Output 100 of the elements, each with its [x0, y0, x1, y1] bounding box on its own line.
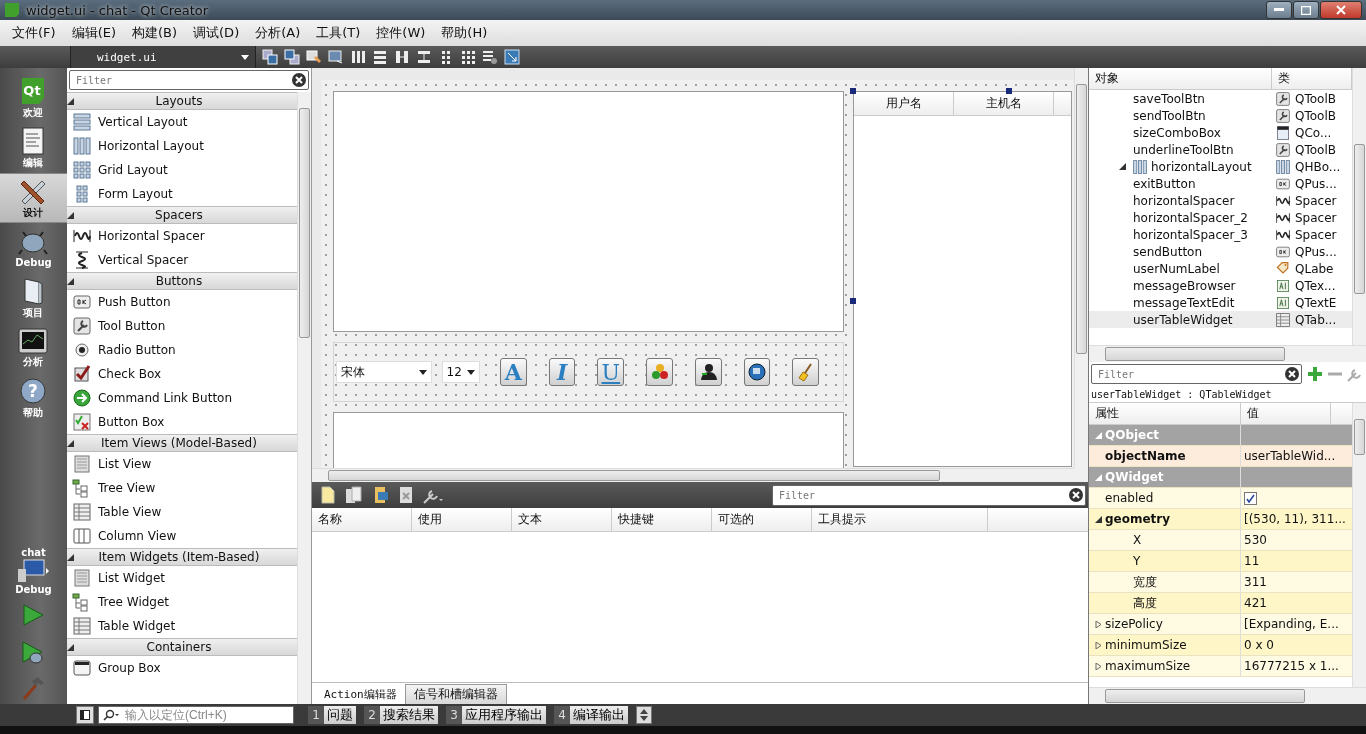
plus-icon[interactable] [1306, 365, 1324, 383]
editor-tab[interactable]: 信号和槽编辑器 [404, 684, 507, 704]
message-text-edit[interactable] [333, 412, 844, 468]
scrollbar[interactable] [297, 92, 311, 704]
property-row[interactable]: Y 11 [1089, 551, 1352, 572]
menu-item[interactable]: 编辑(E) [63, 24, 124, 42]
property-row[interactable]: 宽度 311 [1089, 572, 1352, 593]
clear-icon[interactable] [1069, 488, 1083, 502]
collapse-arrow-icon[interactable] [67, 553, 74, 561]
filter-field[interactable]: Filter [69, 70, 309, 90]
widget-item[interactable]: Table Widget [67, 614, 297, 638]
widget-item[interactable]: Group Box [67, 656, 297, 680]
buddy-icon[interactable] [328, 49, 344, 65]
widget-item[interactable]: Check Box [67, 362, 297, 386]
column-header[interactable]: 可选的 [712, 508, 812, 531]
widget-item[interactable]: Horizontal Layout [67, 134, 297, 158]
filter-field[interactable]: Filter [74, 73, 292, 87]
object-row[interactable]: messageTextEdit QTextE [1089, 294, 1352, 311]
widget-item[interactable]: Vertical Layout [67, 110, 297, 134]
lower-widget-icon[interactable] [284, 49, 300, 65]
column-header[interactable]: 名称 [312, 508, 412, 531]
clear-icon[interactable] [292, 73, 306, 87]
user-button[interactable] [694, 358, 722, 386]
collapse-arrow-icon[interactable] [1119, 163, 1126, 170]
object-row[interactable]: sendToolBtn QToolB [1089, 107, 1352, 124]
target-selector[interactable]: chat Debug [0, 546, 67, 596]
grid-dots-icon[interactable] [460, 49, 476, 65]
category-header[interactable]: Buttons [67, 272, 297, 290]
collapse-arrow-icon[interactable] [1095, 515, 1102, 523]
menu-item[interactable]: 帮助(H) [433, 24, 496, 42]
selection-handle[interactable] [850, 298, 856, 304]
break-layout-icon[interactable] [482, 49, 498, 65]
widget-item[interactable]: Command Link Button [67, 386, 297, 410]
column-header[interactable]: 快捷键 [612, 508, 712, 531]
column-header[interactable]: 对象 [1089, 68, 1272, 89]
widget-item[interactable]: Horizontal Spacer [67, 224, 297, 248]
object-row[interactable]: sendButton QPus... [1089, 243, 1352, 260]
column-header[interactable]: 文本 [512, 508, 612, 531]
object-row[interactable]: underlineToolBtn QToolB [1089, 141, 1352, 158]
scrollbar[interactable] [1352, 68, 1366, 345]
collapse-arrow-icon[interactable] [67, 643, 74, 651]
category-header[interactable]: Spacers [67, 206, 297, 224]
clear-icon[interactable] [1285, 367, 1299, 381]
category-header[interactable]: Item Widgets (Item-Based) [67, 548, 297, 566]
mode-tab[interactable]: 设计 [0, 173, 67, 223]
object-row[interactable]: userTableWidget QTab... [1089, 311, 1352, 328]
locator-field[interactable]: 输入以定位(Ctrl+K) [98, 706, 294, 724]
widget-item[interactable]: Tree Widget [67, 590, 297, 614]
scrollbar[interactable] [1352, 403, 1366, 687]
column-header[interactable]: 属性 [1089, 403, 1241, 424]
object-row[interactable]: messageBrowser QTex... [1089, 277, 1352, 294]
widget-item[interactable]: Vertical Spacer [67, 248, 297, 272]
object-row[interactable]: horizontalSpacer Spacer [1089, 192, 1352, 209]
object-row[interactable]: sizeComboBox QCo... [1089, 124, 1352, 141]
widget-item[interactable]: Push Button [67, 290, 297, 314]
save-button[interactable] [743, 358, 771, 386]
category-header[interactable]: Item Views (Model-Based) [67, 434, 297, 452]
mode-tab[interactable]: ? 帮助 [0, 373, 67, 423]
scrollbar[interactable] [1089, 345, 1366, 362]
expand-arrow-icon[interactable] [1095, 662, 1102, 670]
property-row[interactable]: X 530 [1089, 530, 1352, 551]
color-button[interactable] [646, 358, 673, 386]
widget-item[interactable]: Form Layout [67, 182, 297, 206]
scrollbar[interactable] [1074, 68, 1088, 468]
mode-tab[interactable]: 编辑 [0, 123, 67, 173]
menu-item[interactable]: 构建(B) [124, 24, 186, 42]
menu-item[interactable]: 控件(W) [368, 24, 434, 42]
horizontal-splitter-icon[interactable] [394, 49, 410, 65]
size-combo[interactable]: 12 [441, 361, 481, 383]
collapse-arrow-icon[interactable] [67, 277, 74, 285]
mode-tab[interactable]: Debug [0, 223, 67, 273]
scrollbar[interactable] [1089, 687, 1366, 704]
menu-item[interactable]: 文件(F) [4, 24, 64, 42]
property-row[interactable]: minimumSize 0 x 0 [1089, 635, 1352, 656]
collapse-arrow-icon[interactable] [67, 439, 74, 447]
collapse-arrow-icon[interactable] [67, 97, 74, 105]
menu-item[interactable]: 调试(D) [185, 24, 248, 42]
delete-icon[interactable] [398, 486, 414, 504]
pane-switch-button[interactable] [636, 706, 652, 724]
filter-field[interactable]: Filter [1096, 367, 1285, 381]
expand-arrow-icon[interactable] [1095, 641, 1102, 649]
selection-handle[interactable] [850, 88, 856, 94]
object-row[interactable]: horizontalSpacer_2 Spacer [1089, 209, 1352, 226]
column-header[interactable]: 值 [1241, 403, 1331, 424]
object-row[interactable]: exitButton QPus... [1089, 175, 1352, 192]
menu-item[interactable]: 工具(T) [308, 24, 369, 42]
object-row[interactable]: horizontalSpacer_3 Spacer [1089, 226, 1352, 243]
column-header[interactable]: 工具提示 [812, 508, 988, 531]
file-combo[interactable]: widget.ui [70, 46, 256, 68]
column-header[interactable]: 使用 [412, 508, 512, 531]
columns-icon[interactable] [350, 49, 366, 65]
property-row[interactable]: enabled [1089, 488, 1352, 509]
widget-item[interactable]: Button Box [67, 410, 297, 434]
property-row[interactable]: 高度 421 [1089, 593, 1352, 614]
tag-icon[interactable] [306, 49, 322, 65]
widget-item[interactable]: Tree View [67, 476, 297, 500]
copy-document-icon[interactable] [344, 486, 364, 504]
property-row[interactable]: sizePolicy [Expanding, E... [1089, 614, 1352, 635]
mode-tab[interactable]: 项目 [0, 273, 67, 323]
collapse-arrow-icon[interactable] [67, 211, 74, 219]
